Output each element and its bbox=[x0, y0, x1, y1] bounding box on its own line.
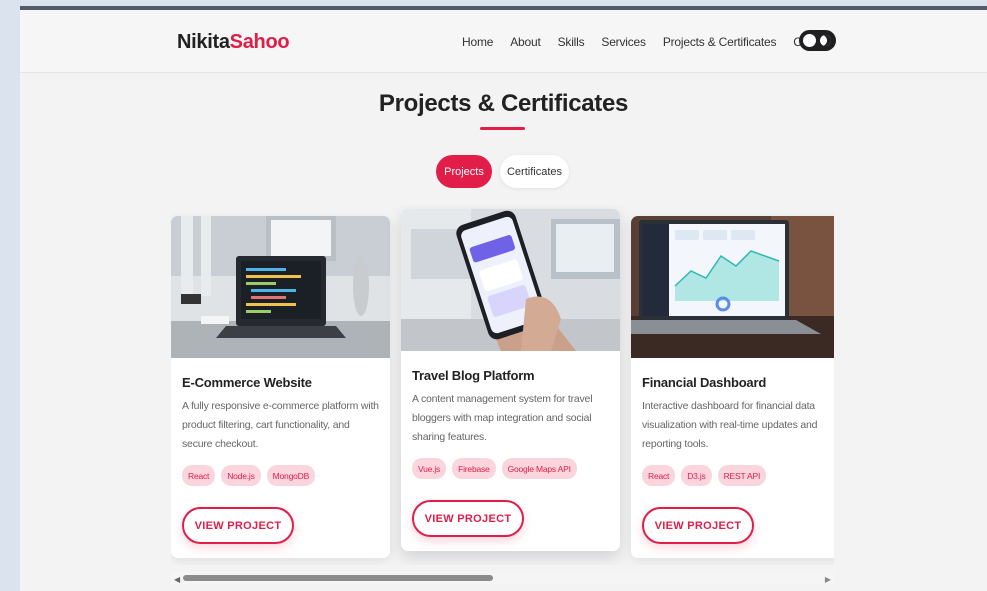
scrollbar-thumb[interactable] bbox=[183, 575, 493, 581]
tech-tag: React bbox=[182, 465, 216, 486]
section-title: Projects & Certificates bbox=[378, 90, 629, 117]
nav-item-projects[interactable]: Projects & Certificates bbox=[663, 35, 777, 49]
tab-projects[interactable]: Projects bbox=[436, 155, 492, 188]
portfolio-page: NikitaSahoo Home About Skills Services P… bbox=[20, 10, 987, 591]
brand-first: Nikita bbox=[177, 31, 230, 53]
projects-carousel: E-Commerce Website A fully responsive e-… bbox=[171, 205, 834, 565]
tech-tag: Vue.js bbox=[412, 458, 447, 479]
project-description: Interactive dashboard for financial data… bbox=[642, 400, 818, 450]
tech-tag: Node.js bbox=[221, 465, 261, 486]
nav-item-skills[interactable]: Skills bbox=[558, 35, 585, 49]
nav-links: Home About Skills Services Projects & Ce… bbox=[462, 35, 850, 49]
tech-tag: Firebase bbox=[452, 458, 496, 479]
project-tags: Vue.js Firebase Google Maps API bbox=[412, 458, 577, 479]
navbar: NikitaSahoo Home About Skills Services P… bbox=[20, 10, 987, 73]
tech-tag: Google Maps API bbox=[501, 458, 577, 479]
project-card: Travel Blog Platform A content managemen… bbox=[401, 209, 620, 551]
title-underline bbox=[480, 127, 525, 130]
tech-tag: MongoDB bbox=[266, 465, 316, 486]
tech-tag: D3.js bbox=[681, 465, 712, 486]
tech-tag: React bbox=[642, 465, 676, 486]
project-image-dashboard-laptop bbox=[631, 216, 834, 358]
theme-toggle[interactable] bbox=[799, 30, 836, 51]
nav-item-about[interactable]: About bbox=[510, 35, 541, 49]
view-project-button[interactable]: VIEW PROJECT bbox=[642, 507, 754, 544]
project-tags: React D3.js REST API bbox=[642, 465, 767, 486]
project-card: Financial Dashboard Interactive dashboar… bbox=[631, 216, 834, 558]
tech-tag: REST API bbox=[717, 465, 767, 486]
project-description: A content management system for travel b… bbox=[412, 393, 593, 443]
scroll-left-arrow-icon[interactable]: ◀ bbox=[174, 575, 180, 584]
tab-certificates[interactable]: Certificates bbox=[500, 155, 569, 188]
brand-second: Sahoo bbox=[229, 31, 290, 53]
project-title: Financial Dashboard bbox=[642, 375, 767, 390]
view-project-button[interactable]: VIEW PROJECT bbox=[412, 500, 524, 537]
view-project-button[interactable]: VIEW PROJECT bbox=[182, 507, 294, 544]
project-description: A fully responsive e-commerce platform w… bbox=[182, 400, 379, 450]
nav-item-home[interactable]: Home bbox=[462, 35, 493, 49]
project-image-laptop-code bbox=[171, 216, 390, 358]
project-title: E-Commerce Website bbox=[182, 375, 312, 390]
project-tags: React Node.js MongoDB bbox=[182, 465, 316, 486]
project-image-phone-app bbox=[401, 209, 620, 351]
project-card: E-Commerce Website A fully responsive e-… bbox=[171, 216, 390, 558]
moon-icon bbox=[820, 35, 831, 46]
brand-logo[interactable]: NikitaSahoo bbox=[177, 31, 290, 54]
carousel-scrollbar[interactable]: ◀ ▶ bbox=[171, 572, 834, 584]
nav-item-services[interactable]: Services bbox=[601, 35, 646, 49]
project-title: Travel Blog Platform bbox=[412, 368, 535, 383]
toggle-knob bbox=[803, 34, 816, 47]
scroll-right-arrow-icon[interactable]: ▶ bbox=[825, 575, 831, 584]
